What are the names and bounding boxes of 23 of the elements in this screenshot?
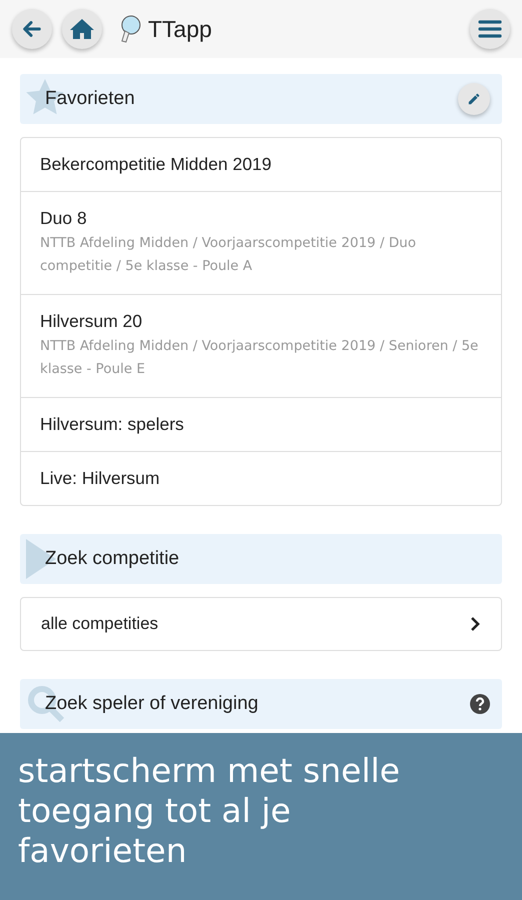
favorite-item[interactable]: Duo 8 NTTB Afdeling Midden / Voorjaarscompetitie 2019 / Duo competitie / 5e klasse - Poule A [21, 191, 501, 294]
home-button[interactable] [62, 9, 102, 49]
back-button[interactable] [12, 9, 52, 49]
back-arrow-icon [21, 18, 43, 40]
chevron-icon [469, 616, 481, 632]
caption-text: favorieten [18, 831, 188, 871]
caption-text: toegang tot al je [18, 791, 292, 831]
caption-text: startscherm met snelle [18, 751, 401, 791]
menu-icon [478, 19, 502, 39]
edit-button[interactable] [458, 83, 490, 115]
home-icon [70, 18, 94, 40]
section-title: Zoek speler of vereniging [45, 693, 258, 715]
pencil-icon [467, 92, 481, 106]
help-icon[interactable] [470, 694, 490, 714]
favorite-item[interactable]: Bekercompetitie Midden 2019 [21, 138, 501, 191]
favorite-item[interactable]: Hilversum 20 NTTB Afdeling Midden / Voorjaarscompetitie 2019 / Senioren / 5e klasse - Poule E [21, 294, 501, 397]
favorite-item[interactable]: Hilversum: spelers [21, 397, 501, 451]
app-title: TTapp [148, 16, 212, 42]
section-title: Favorieten [45, 88, 135, 110]
favorite-item[interactable]: Live: Hilversum [21, 451, 501, 505]
competition-select[interactable]: alle competities [20, 597, 502, 651]
section-title: Zoek competitie [45, 548, 180, 570]
menu-button[interactable] [470, 9, 510, 49]
